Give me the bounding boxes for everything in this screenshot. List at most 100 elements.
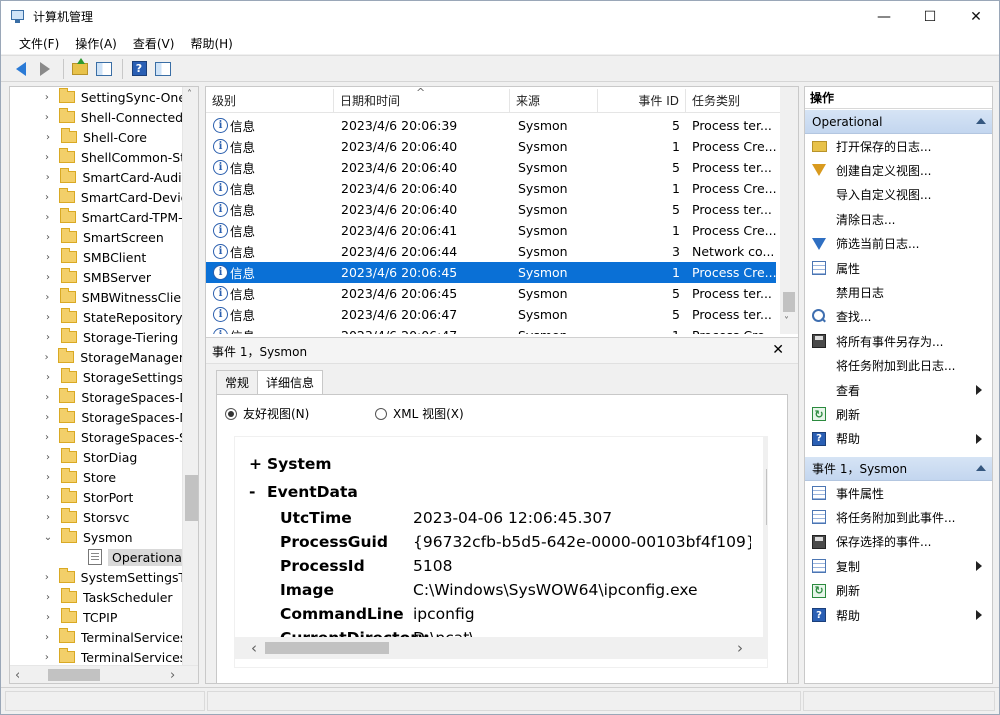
show-hide-tree-button[interactable] xyxy=(93,58,115,80)
tree-item[interactable]: › Shell-ConnectedAcc xyxy=(10,107,182,127)
detail-scroll-right-arrow[interactable]: › xyxy=(737,639,743,657)
action-item[interactable]: 创建自定义视图... xyxy=(805,158,992,182)
chevron-right-icon[interactable]: › xyxy=(42,332,54,343)
action-item[interactable]: ↻ 刷新 xyxy=(805,402,992,426)
actions-section-event[interactable]: 事件 1，Sysmon xyxy=(805,457,992,481)
tree-item[interactable]: › TaskScheduler xyxy=(10,587,182,607)
tab-general[interactable]: 常规 xyxy=(216,370,259,394)
tree-item[interactable]: › StateRepository xyxy=(10,307,182,327)
scroll-up-arrow[interactable]: ˄ xyxy=(187,89,192,100)
action-item[interactable]: 属性 xyxy=(805,256,992,280)
action-item[interactable]: 复制 xyxy=(805,554,992,578)
chevron-right-icon[interactable]: › xyxy=(42,452,54,463)
chevron-right-icon[interactable]: › xyxy=(42,152,52,163)
chevron-right-icon[interactable]: › xyxy=(42,252,54,263)
chevron-right-icon[interactable]: › xyxy=(42,312,54,323)
chevron-right-icon[interactable]: › xyxy=(42,412,52,423)
scroll-left-arrow[interactable]: ‹ xyxy=(15,668,20,683)
tree-item[interactable]: › StorageManagement xyxy=(10,347,182,367)
column-task-category[interactable]: 任务类别 xyxy=(686,89,780,113)
tree-item[interactable]: › Storage-Tiering xyxy=(10,327,182,347)
tree-item[interactable]: › SmartCard-Audit xyxy=(10,167,182,187)
tree-item[interactable]: › SmartScreen xyxy=(10,227,182,247)
chevron-right-icon[interactable]: › xyxy=(42,272,54,283)
chevron-right-icon[interactable]: › xyxy=(42,512,54,523)
tree-item[interactable]: › SettingSync-OneDri xyxy=(10,87,182,107)
action-item[interactable]: 将任务附加到此事件... xyxy=(805,505,992,529)
column-source[interactable]: 来源 xyxy=(510,89,598,113)
action-item[interactable]: 查找... xyxy=(805,305,992,329)
detail-vertical-scrollbar[interactable]: ˄ ˅ xyxy=(763,437,767,637)
event-row[interactable]: i 信息 2023/4/6 20:06:40 Sysmon 1 Process Cre..… xyxy=(206,136,776,157)
detail-horizontal-scrollbar[interactable]: ‹ › xyxy=(235,637,767,659)
tree-scroll-thumb[interactable] xyxy=(185,475,198,521)
chevron-right-icon[interactable]: › xyxy=(42,352,51,363)
chevron-right-icon[interactable]: › xyxy=(42,472,54,483)
tree-item[interactable]: Operational xyxy=(10,547,182,567)
action-item[interactable]: ? 帮助 xyxy=(805,427,992,451)
action-item[interactable]: 将所有事件另存为... xyxy=(805,329,992,353)
tab-details[interactable]: 详细信息 xyxy=(257,370,324,395)
action-item[interactable]: 查看 xyxy=(805,378,992,402)
event-row[interactable]: i 信息 2023/4/6 20:06:40 Sysmon 1 Process Cre..… xyxy=(206,178,776,199)
menu-view[interactable]: 查看(V) xyxy=(125,35,183,52)
chevron-right-icon[interactable]: › xyxy=(42,572,52,583)
action-item[interactable]: 导入自定义视图... xyxy=(805,183,992,207)
action-item[interactable]: 打开保存的日志... xyxy=(805,134,992,158)
chevron-right-icon[interactable]: › xyxy=(42,372,54,383)
menu-help[interactable]: 帮助(H) xyxy=(182,35,240,52)
event-row[interactable]: i 信息 2023/4/6 20:06:41 Sysmon 1 Process Cre..… xyxy=(206,220,776,241)
action-item[interactable]: 事件属性 xyxy=(805,481,992,505)
column-level[interactable]: 级别 xyxy=(206,89,334,113)
event-row[interactable]: i 信息 2023/4/6 20:06:44 Sysmon 3 Network co... xyxy=(206,241,776,262)
detail-vscroll-thumb[interactable] xyxy=(766,469,767,525)
tree-item[interactable]: › StorageSpaces-Spa xyxy=(10,427,182,447)
event-row[interactable]: i信息 2023/4/6 20:06:47 Sysmon 1 Process Cre..… xyxy=(206,325,776,334)
eventdata-section-toggle[interactable]: - EventData xyxy=(249,483,358,501)
chevron-right-icon[interactable]: › xyxy=(42,492,54,503)
chevron-right-icon[interactable]: › xyxy=(42,632,52,643)
event-row[interactable]: i 信息 2023/4/6 20:06:40 Sysmon 5 Process ter..… xyxy=(206,157,776,178)
minimize-button[interactable]: — xyxy=(861,1,907,32)
scroll-right-arrow[interactable]: › xyxy=(170,668,175,683)
scroll-down-arrow[interactable]: ˅ xyxy=(784,316,789,327)
tree-item[interactable]: › StorageSettings xyxy=(10,367,182,387)
tree-item[interactable]: › Shell-Core xyxy=(10,127,182,147)
action-item[interactable]: 筛选当前日志... xyxy=(805,232,992,256)
chevron-right-icon[interactable]: › xyxy=(42,432,52,443)
chevron-right-icon[interactable]: › xyxy=(42,192,52,203)
system-section-toggle[interactable]: + System xyxy=(249,455,332,473)
tree-item[interactable]: › TCPIP xyxy=(10,607,182,627)
action-item[interactable]: 将任务附加到此日志... xyxy=(805,354,992,378)
help-button[interactable]: ? xyxy=(128,58,150,80)
close-detail-icon[interactable]: ✕ xyxy=(772,342,784,358)
chevron-right-icon[interactable]: › xyxy=(42,292,53,303)
close-button[interactable]: ✕ xyxy=(953,1,999,32)
action-item[interactable]: 清除日志... xyxy=(805,207,992,231)
tree-item[interactable]: › SMBServer xyxy=(10,267,182,287)
tree-item[interactable]: › TerminalServices-Cl xyxy=(10,627,182,647)
tree-item[interactable]: › Storsvc xyxy=(10,507,182,527)
event-row[interactable]: i 信息 2023/4/6 20:06:45 Sysmon 1 Process Cre..… xyxy=(206,262,776,283)
back-button[interactable] xyxy=(10,58,32,80)
tree-hscroll-thumb[interactable] xyxy=(48,669,100,681)
tree-item[interactable]: › SmartCard-DeviceE xyxy=(10,187,182,207)
chevron-right-icon[interactable]: › xyxy=(42,212,53,223)
event-row[interactable]: i 信息 2023/4/6 20:06:45 Sysmon 5 Process ter..… xyxy=(206,283,776,304)
action-item[interactable]: 保存选择的事件... xyxy=(805,530,992,554)
tree-item[interactable]: › SystemSettingsThre xyxy=(10,567,182,587)
tree-item[interactable]: › Store xyxy=(10,467,182,487)
column-event-id[interactable]: 事件 ID xyxy=(598,89,686,113)
tree-item[interactable]: › SMBClient xyxy=(10,247,182,267)
chevron-down-icon[interactable]: ⌄ xyxy=(42,532,54,543)
tree-item[interactable]: › ShellCommon-Start xyxy=(10,147,182,167)
tree-item[interactable]: › StorageSpaces-Dri xyxy=(10,387,182,407)
chevron-right-icon[interactable]: › xyxy=(42,612,54,623)
event-row[interactable]: i 信息 2023/4/6 20:06:39 Sysmon 5 Process ter..… xyxy=(206,115,776,136)
action-item[interactable]: ↻ 刷新 xyxy=(805,579,992,603)
tree-vertical-scrollbar[interactable]: ˄ xyxy=(182,87,198,665)
chevron-right-icon[interactable]: › xyxy=(42,232,54,243)
forward-button[interactable] xyxy=(34,58,56,80)
action-item[interactable]: ? 帮助 xyxy=(805,603,992,627)
events-scroll-thumb[interactable] xyxy=(783,292,795,312)
